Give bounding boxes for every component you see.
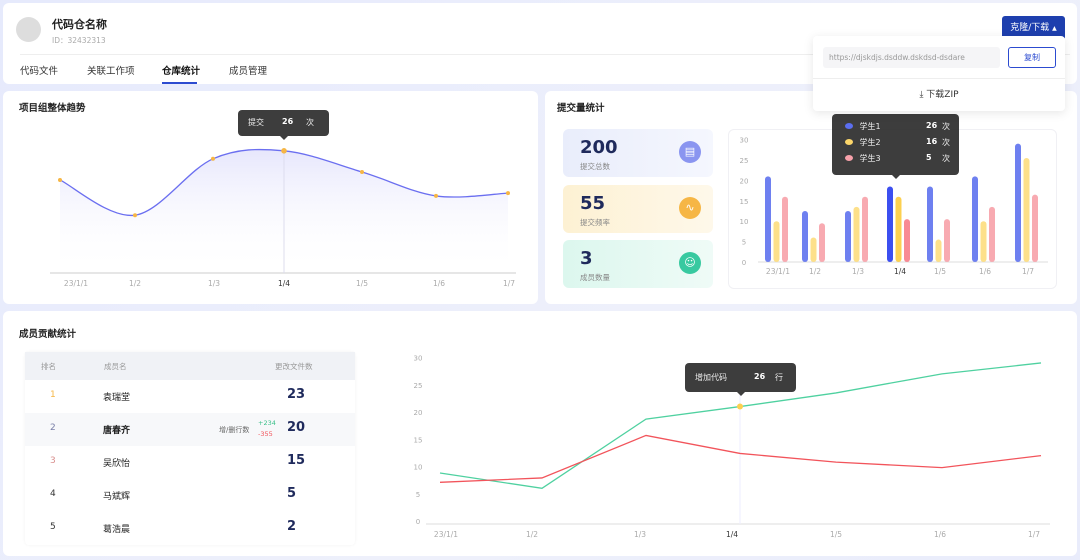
y-tick-label: 0 — [416, 518, 420, 526]
y-tick-label: 5 — [416, 491, 420, 499]
y-tick-label: 30 — [414, 355, 423, 363]
line-tooltip: 增加代码 26 行 — [685, 363, 796, 396]
y-tick-label: 10 — [414, 464, 423, 472]
code-lines-chart: 0 5 10 15 20 25 30 23/1/1 1/2 1/3 1/4 1/5 1/6 1/7 — [414, 355, 1050, 539]
highlight-point — [737, 403, 743, 410]
x-tick-label: 1/2 — [526, 530, 538, 539]
x-tick-label: 1/5 — [830, 530, 842, 539]
y-tick-label: 20 — [414, 409, 423, 417]
tooltip-label: 增加代码 — [695, 373, 727, 382]
x-tick-label: 1/6 — [934, 530, 946, 539]
y-tick-label: 25 — [414, 382, 423, 390]
x-tick-label: 1/3 — [634, 530, 646, 539]
x-tick-label: 1/7 — [1028, 530, 1040, 539]
tooltip-value: 26 — [754, 372, 766, 381]
x-tick-label: 23/1/1 — [434, 530, 458, 539]
x-tick-label: 1/4 — [726, 530, 738, 539]
y-tick-label: 15 — [414, 436, 423, 444]
tooltip-unit: 行 — [775, 373, 783, 382]
